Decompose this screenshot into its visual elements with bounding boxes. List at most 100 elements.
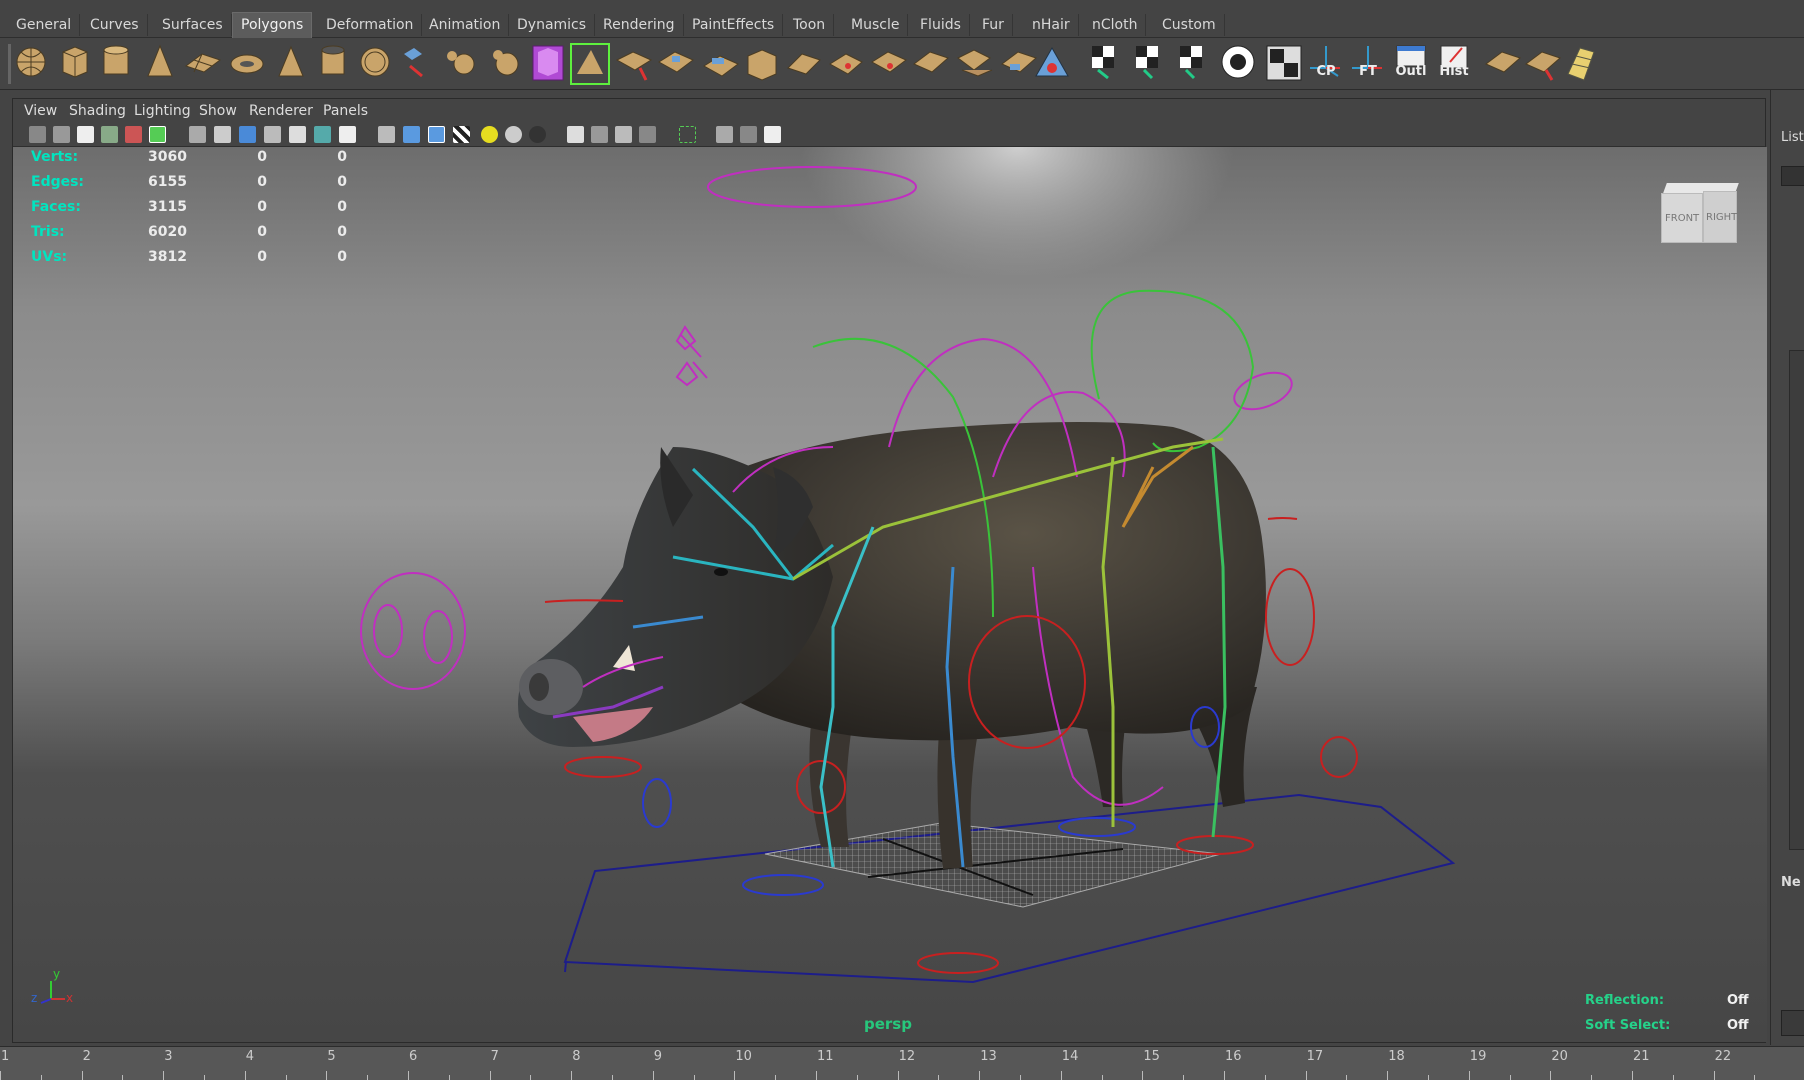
default-light-icon[interactable] — [481, 126, 498, 143]
wire-cube-icon[interactable] — [378, 126, 395, 143]
plane-tool-2-icon[interactable] — [1525, 51, 1561, 81]
bridge-icon[interactable] — [787, 53, 821, 75]
tab-fur[interactable]: Fur — [974, 14, 1013, 36]
extrude-icon[interactable] — [747, 49, 777, 81]
tab-ncloth[interactable]: nCloth — [1084, 14, 1147, 36]
smooth-shade-icon[interactable] — [239, 126, 256, 143]
tab-nhair[interactable]: nHair — [1024, 14, 1079, 36]
poly-plane-icon[interactable] — [184, 53, 222, 73]
combine-icon[interactable] — [404, 48, 423, 78]
menu-view[interactable]: View — [24, 103, 57, 119]
tab-surfaces[interactable]: Surfaces — [154, 14, 232, 36]
textured-icon[interactable] — [314, 126, 331, 143]
isolate-select-icon[interactable] — [679, 126, 696, 143]
hud-verts-extra: 0 — [337, 149, 347, 165]
poly-torus-icon[interactable] — [230, 54, 264, 74]
tab-deformation[interactable]: Deformation — [318, 14, 423, 36]
tab-muscle[interactable]: Muscle — [843, 14, 909, 36]
menu-renderer[interactable]: Renderer — [249, 103, 313, 119]
poly-cone-icon[interactable] — [147, 44, 173, 77]
plane-tool-1-icon[interactable] — [1485, 51, 1521, 73]
no-lights-icon[interactable] — [529, 126, 546, 143]
view-cube-right[interactable]: RIGHT — [1706, 212, 1737, 223]
shaded-cube-icon[interactable] — [403, 126, 420, 143]
poly-cylinder-icon[interactable] — [103, 45, 129, 75]
shelf-icon-strip — [8, 43, 1595, 85]
planar-mapping-icon[interactable] — [1136, 46, 1158, 80]
flat-shade-icon[interactable] — [264, 126, 281, 143]
bookmark-icon[interactable] — [77, 126, 94, 143]
image-plane-icon[interactable] — [101, 126, 118, 143]
append-polygon-icon[interactable] — [615, 51, 653, 81]
smooth-icon[interactable] — [532, 45, 564, 81]
tab-rendering[interactable]: Rendering — [595, 14, 684, 36]
tab-fluids[interactable]: Fluids — [912, 14, 970, 36]
xray-active-icon[interactable] — [740, 126, 757, 143]
list-menu-label[interactable]: List — [1781, 130, 1804, 145]
split-polygon-icon[interactable] — [658, 51, 694, 73]
film-gate-icon[interactable] — [149, 126, 166, 143]
view-cube-front[interactable]: FRONT — [1665, 213, 1699, 224]
merge-icon[interactable] — [871, 51, 907, 73]
time-slider[interactable]: 1 2 3 4 5 6 7 8 9 10 11 12 13 14 15 16 17 18 19 20 21 22 — [0, 1046, 1804, 1080]
menu-shading[interactable]: Shading — [69, 103, 126, 119]
poke-icon[interactable] — [1035, 46, 1069, 77]
grid-toggle-icon[interactable] — [125, 126, 142, 143]
texture-editor-icon[interactable] — [1266, 45, 1302, 81]
tab-custom[interactable]: Custom — [1154, 14, 1225, 36]
menu-show[interactable]: Show — [199, 103, 237, 119]
time-tick-label: 19 — [1469, 1049, 1487, 1064]
collapse-icon[interactable] — [913, 51, 949, 73]
poly-sphere-icon[interactable] — [16, 47, 46, 77]
scene-canvas[interactable] — [13, 147, 1767, 1042]
poly-prism-icon[interactable] — [278, 45, 304, 77]
resolution-gate-icon[interactable] — [214, 126, 231, 143]
extract-icon[interactable] — [493, 50, 519, 76]
tab-curves[interactable]: Curves — [82, 14, 148, 36]
channel-scrollbar[interactable] — [1789, 350, 1804, 850]
anti-alias-icon[interactable] — [639, 126, 656, 143]
tab-animation[interactable]: Animation — [421, 14, 510, 36]
wireframe-icon[interactable] — [189, 126, 206, 143]
poly-pipe-icon[interactable] — [321, 45, 345, 75]
insert-edge-loop-icon[interactable] — [703, 55, 739, 77]
camera-attributes-icon[interactable] — [53, 126, 70, 143]
text-toggle-icon[interactable] — [339, 126, 356, 143]
poly-cube-icon[interactable] — [62, 46, 88, 78]
motion-blur-icon[interactable] — [615, 126, 632, 143]
separate-icon[interactable] — [447, 51, 475, 75]
xray-joints-icon[interactable] — [716, 126, 733, 143]
all-lights-icon[interactable] — [505, 126, 522, 143]
view-cube[interactable]: FRONT RIGHT — [1661, 183, 1739, 255]
tab-general[interactable]: General — [8, 14, 81, 36]
grid-tool-icon[interactable] — [1567, 47, 1595, 81]
boar-mesh[interactable] — [518, 422, 1266, 869]
checker-icon[interactable] — [453, 126, 470, 143]
uv-editor-icon[interactable] — [1092, 46, 1114, 80]
bevel-icon[interactable] — [829, 53, 863, 75]
cylindrical-mapping-icon[interactable] — [1180, 46, 1202, 80]
mirror-geometry-icon[interactable] — [570, 43, 610, 85]
wedge-icon[interactable] — [1001, 51, 1037, 73]
ambient-occlusion-icon[interactable] — [591, 126, 608, 143]
outliner-icon[interactable] — [1396, 45, 1426, 67]
wire-on-shaded-icon[interactable] — [428, 126, 445, 143]
tab-polygons[interactable]: Polygons — [232, 12, 313, 38]
menu-panels[interactable]: Panels — [323, 103, 368, 119]
xray-icon[interactable] — [289, 126, 306, 143]
layer-button[interactable] — [1781, 1010, 1804, 1036]
time-tick — [1224, 1071, 1225, 1080]
menu-lighting[interactable]: Lighting — [134, 103, 191, 119]
select-camera-icon[interactable] — [29, 126, 46, 143]
channel-field[interactable] — [1781, 166, 1804, 186]
poly-soccer-icon[interactable] — [360, 47, 390, 77]
fill-hole-icon[interactable] — [957, 49, 993, 77]
automatic-mapping-icon[interactable] — [1221, 45, 1255, 79]
viewport-3d[interactable]: Verts: 3060 0 0 Edges: 6155 0 0 Faces: 3… — [13, 147, 1767, 1042]
shadows-icon[interactable] — [567, 126, 584, 143]
snapshot-icon[interactable] — [764, 126, 781, 143]
time-tick-label: 17 — [1306, 1049, 1324, 1064]
tab-dynamics[interactable]: Dynamics — [509, 14, 596, 36]
tab-toon[interactable]: Toon — [785, 14, 835, 36]
tab-painteffects[interactable]: PaintEffects — [684, 14, 784, 36]
